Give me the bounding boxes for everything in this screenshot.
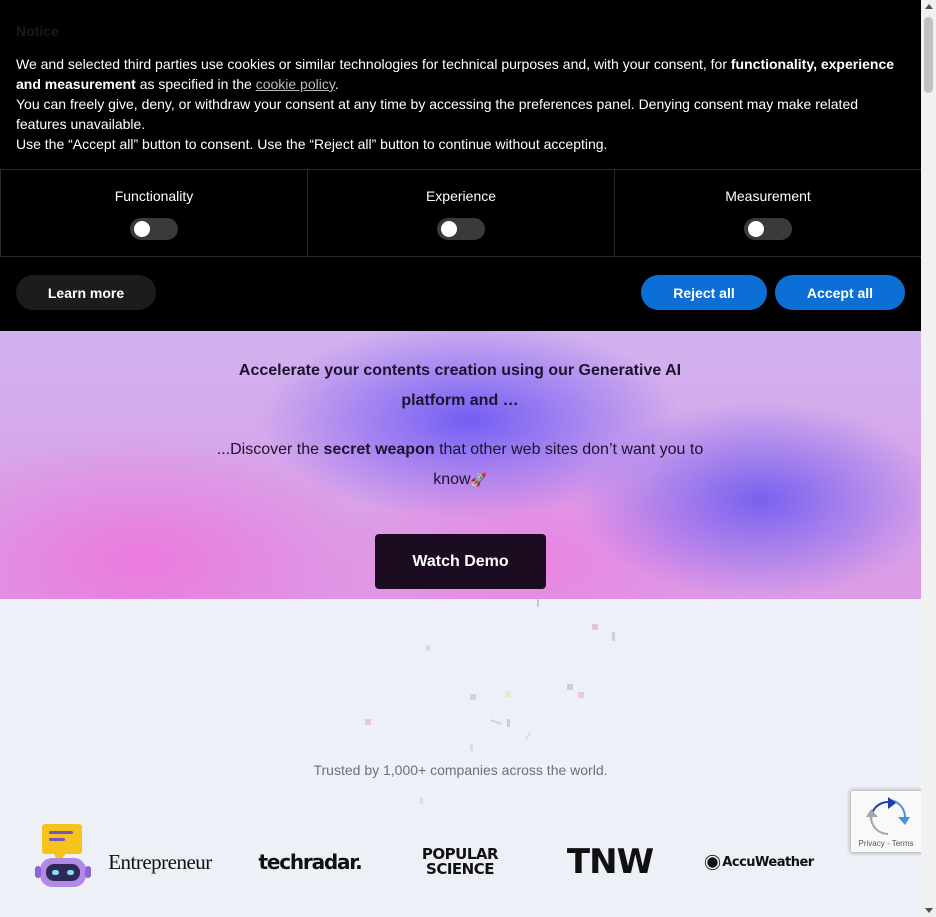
toggle-knob	[134, 221, 150, 237]
page: Accelerate your contents creation using …	[0, 0, 921, 917]
cookie-text-line1: We and selected third parties use cookie…	[16, 54, 906, 94]
cookie-text-period: .	[334, 76, 339, 92]
techradar-logo: techradar.	[258, 850, 362, 874]
cookie-text: We and selected third parties use cookie…	[16, 54, 906, 154]
trusted-section: Trusted by 1,000+ companies across the w…	[0, 599, 921, 917]
recaptcha-badge[interactable]: Privacy - Terms	[851, 791, 921, 852]
confetti-dot	[612, 632, 615, 641]
cookie-text-part1: We and selected third parties use cookie…	[16, 56, 731, 72]
experience-toggle[interactable]	[437, 218, 485, 240]
confetti-dot	[425, 645, 431, 651]
confetti-dot	[537, 599, 539, 607]
confetti-dot	[365, 719, 371, 725]
functionality-toggle[interactable]	[130, 218, 178, 240]
rocket-icon: 🚀	[470, 472, 487, 487]
confetti-dot	[420, 797, 423, 804]
recaptcha-icon	[866, 797, 910, 835]
confetti-dot	[578, 692, 584, 698]
entrepreneur-logo: Entrepreneur	[108, 849, 212, 874]
pref-functionality: Functionality	[0, 170, 307, 256]
popular-science-logo: POPULAR SCIENCE	[410, 834, 510, 890]
cookie-preferences: Functionality Experience Measurement	[0, 169, 921, 257]
pref-label: Measurement	[725, 188, 811, 204]
pref-experience: Experience	[307, 170, 614, 256]
cookie-notice-title: Notice	[16, 23, 59, 39]
toggle-knob	[748, 221, 764, 237]
confetti-dot	[567, 684, 573, 690]
recaptcha-links[interactable]: Privacy - Terms	[851, 839, 921, 848]
confetti-dot	[524, 732, 532, 740]
pref-measurement: Measurement	[614, 170, 921, 256]
hero-subtitle-bold: secret weapon	[323, 441, 435, 458]
tnw-logo: TNW	[566, 842, 654, 882]
cookie-banner: Notice We and selected third parties use…	[0, 0, 921, 331]
measurement-toggle[interactable]	[744, 218, 792, 240]
pref-label: Experience	[425, 188, 497, 204]
learn-more-button[interactable]: Learn more	[16, 275, 156, 310]
popular-science-logo-line2: SCIENCE	[426, 860, 494, 878]
accept-all-button[interactable]: Accept all	[775, 275, 905, 310]
hero-subtitle-part1: ...Discover the	[216, 441, 324, 458]
confetti-dot	[505, 691, 511, 697]
pref-label: Functionality	[114, 188, 194, 204]
cookie-text-line2: You can freely give, deny, or withdraw y…	[16, 96, 859, 132]
robot-icon	[35, 824, 91, 887]
cookie-text-line3: Use the “Accept all” button to consent. …	[16, 136, 608, 152]
toggle-knob	[441, 221, 457, 237]
page-scrollbar[interactable]	[921, 0, 936, 917]
confetti-dot	[507, 719, 510, 727]
confetti-dot	[470, 694, 476, 700]
watch-demo-button[interactable]: Watch Demo	[375, 534, 546, 589]
reject-all-button[interactable]: Reject all	[641, 275, 767, 310]
chatbot-launcher[interactable]	[34, 822, 92, 890]
accuweather-logo-text: AccuWeather	[722, 854, 814, 870]
hero-title: Accelerate your contents creation using …	[238, 362, 682, 409]
scrollbar-thumb[interactable]	[924, 17, 933, 93]
hero-subtitle: ...Discover the secret weapon that other…	[205, 435, 715, 495]
trusted-text: Trusted by 1,000+ companies across the w…	[313, 762, 608, 778]
cookie-text-part2: as specified in the	[135, 76, 256, 92]
accuweather-logo: AccuWeather	[703, 834, 817, 890]
sun-icon	[707, 856, 718, 868]
confetti-dot	[490, 719, 502, 725]
scroll-down-arrow-icon[interactable]	[925, 908, 933, 913]
scroll-up-arrow-icon[interactable]	[925, 4, 933, 9]
cookie-policy-link[interactable]: cookie policy	[256, 76, 335, 92]
confetti-dot	[470, 744, 473, 751]
confetti-dot	[592, 624, 598, 630]
